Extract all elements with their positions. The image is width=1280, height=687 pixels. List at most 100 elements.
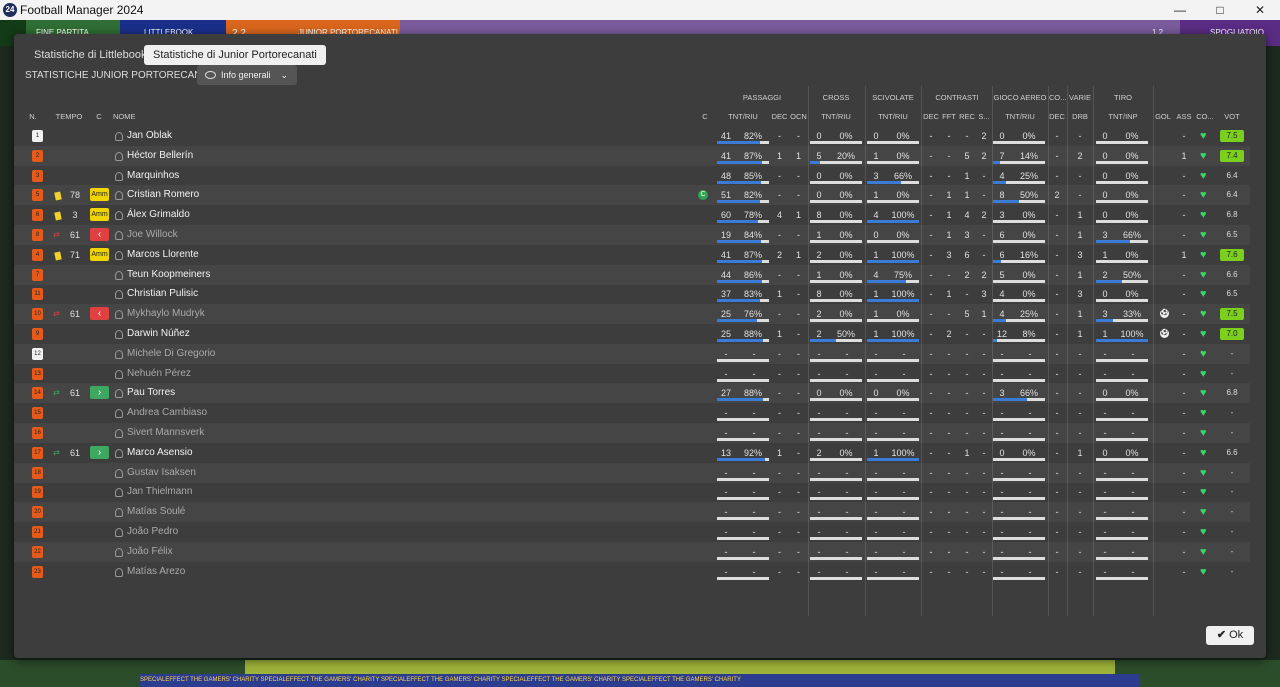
passaggi-bar [717, 418, 769, 422]
gioco-aereo-bar [993, 477, 1045, 481]
col-header-co-dec[interactable]: DEC [1049, 112, 1065, 121]
passaggi-bar [717, 180, 769, 184]
player-name[interactable]: João Félix [127, 542, 427, 562]
player-row[interactable]: 9 Darwin Núñez 25 88% 1-2 50% 1 100% -2- -12 8% -1 1… [14, 324, 1250, 344]
col-header-nome[interactable]: NOME [113, 112, 143, 121]
player-name[interactable]: Jan Oblak [127, 126, 427, 146]
tiro-bar [1096, 438, 1148, 441]
scivolate-bar [867, 438, 919, 441]
player-rating: 6.4 [1226, 190, 1238, 200]
col-header-pass-dec[interactable]: DEC [771, 112, 788, 121]
player-row[interactable]: 1 Jan Oblak 41 82% - -0 0% 0 0% - - -2 0 0% - -0 0% - ♥ 7.5 [14, 126, 1250, 146]
player-name[interactable]: Marquinhos [127, 166, 427, 186]
contr-s: 2 [981, 210, 987, 221]
col-header-contr-rec[interactable]: REC [958, 112, 976, 121]
booked-badge: Amm [90, 247, 109, 261]
pitch-area [245, 660, 1115, 674]
player-row[interactable]: 8 ⇄ 61 ‹ Joe Willock 19 84% - -1 0% 0 0% -1 3-6 0% -1 3 6… [14, 225, 1250, 245]
player-name[interactable]: Matías Arezo [127, 562, 427, 582]
player-row[interactable]: 18 Gustav Isaksen - - - - - - - - - - - - - - - - - - - ♥ - [14, 462, 1250, 483]
scivolate-bar [867, 299, 919, 303]
player-name[interactable]: Sivert Mannsverk [127, 423, 427, 443]
player-name[interactable]: Marcos Llorente [127, 245, 427, 265]
tiro-bar [1096, 358, 1148, 362]
col-header-contr-s[interactable]: S... [976, 112, 992, 121]
passaggi-bar [717, 358, 769, 362]
player-row[interactable]: 19 Jan Thielmann - - - - - - - - - - - - - - - - - - - ♥ - [14, 482, 1250, 502]
close-window-button[interactable]: ✕ [1240, 0, 1280, 20]
player-row[interactable]: 2 Héctor Bellerín 41 87% 1 1 5 20% 1 0% - -5 2 7 14% -2… [14, 145, 1250, 166]
player-row[interactable]: 3 Marquinhos 48 85% - -0 0% 3 66% - -1-4 25% - -0 0% - ♥… [14, 166, 1250, 186]
player-name[interactable]: Michele Di Gregorio [127, 344, 427, 364]
player-name[interactable]: Nehuén Pérez [127, 364, 427, 384]
col-header-pass-tnt[interactable]: TNT/RIU [717, 112, 769, 121]
player-name[interactable]: Andrea Cambiaso [127, 403, 427, 423]
booked-badge: Amm [90, 188, 109, 202]
col-header-cross-tnt[interactable]: TNT/RIU [810, 112, 862, 121]
player-profile-icon [115, 250, 123, 260]
player-profile-icon [115, 468, 123, 478]
col-header-captain[interactable]: C [700, 112, 710, 121]
player-row[interactable]: 16 Sivert Mannsverk - - - - - - - - - - - - - - - - - - - ♥ - [14, 423, 1250, 443]
tiro-bar [1096, 556, 1148, 560]
player-name[interactable]: Jan Thielmann [127, 482, 427, 502]
col-header-drb[interactable]: DRB [1068, 112, 1092, 121]
player-row[interactable]: 15 Andrea Cambiaso - - - - - - - - - - - - - - - - - - - ♥ - [14, 403, 1250, 423]
player-name[interactable]: Cristian Romero [127, 185, 427, 205]
player-row[interactable]: 14 ⇄ 61 › Pau Torres 27 88% - -0 0% 0 0% - - - -3 66% - -0… [14, 383, 1250, 404]
col-header-tiro-tnt[interactable]: TNT/INP [1094, 112, 1152, 121]
col-header-contr-fft[interactable]: FFT [940, 112, 958, 121]
player-name[interactable]: Pau Torres [127, 383, 427, 403]
pass-ocn: - [797, 447, 800, 458]
player-row[interactable]: 23 Matías Arezo - - - - - - - - - - - - - - - - - - - ♥ - [14, 562, 1250, 582]
pass-ocn: 1 [795, 210, 801, 221]
player-row[interactable]: 12 Michele Di Gregorio - - - - - - - - - - - - - - - - - - -… [14, 343, 1250, 364]
player-row[interactable]: 13 Nehuén Pérez - - - - - - - - - - - - - - - - - - - ♥ - [14, 364, 1250, 384]
col-header-number[interactable]: N. [27, 112, 39, 121]
shirt-number-icon: 3 [32, 169, 43, 182]
player-name[interactable]: João Pedro [127, 522, 427, 542]
player-row[interactable]: 17 ⇄ 61 › Marco Asensio 13 92% 1-2 0% 1 100% - -1-0 0… [14, 443, 1250, 463]
passaggi-bar [717, 339, 769, 342]
player-row[interactable]: 5 78 Amm Cristian Romero C 51 82% - -0 0% 1 0% -1 1-8… [14, 185, 1250, 206]
col-header-ass[interactable]: ASS [1176, 112, 1192, 121]
maximize-button[interactable]: □ [1200, 0, 1240, 20]
player-name[interactable]: Joe Willock [127, 225, 427, 245]
assists: - [1182, 190, 1186, 201]
player-name[interactable]: Marco Asensio [127, 443, 427, 463]
player-name[interactable]: Héctor Bellerín [127, 146, 427, 166]
player-row[interactable]: 20 Matías Soulé - - - - - - - - - - - - - - - - - - - ♥ - [14, 502, 1250, 523]
col-header-vot[interactable]: VOT [1220, 112, 1244, 121]
player-row[interactable]: 21 João Pedro - - - - - - - - - - - - - - - - - - - ♥ - [14, 522, 1250, 542]
scivolate-bar [867, 240, 919, 243]
col-header-gol[interactable]: GOL [1155, 112, 1171, 121]
shirt-number-icon: 11 [32, 288, 43, 301]
col-header-pass-ocn[interactable]: OCN [790, 112, 807, 121]
pass-ocn: 1 [795, 150, 801, 161]
ok-button[interactable]: ✔ Ok [1206, 626, 1254, 645]
player-row[interactable]: 6 3 Amm Álex Grimaldo 60 78% 4 1 8 0% 4 100% -1 4 2 3 0%… [14, 205, 1250, 225]
player-name[interactable]: Mykhaylo Mudryk [127, 304, 427, 324]
player-name[interactable]: Gustav Isaksen [127, 463, 427, 483]
player-name[interactable]: Christian Pulisic [127, 284, 427, 304]
col-header-c[interactable]: C [94, 112, 104, 121]
player-name[interactable]: Matías Soulé [127, 502, 427, 522]
player-name[interactable]: Álex Grimaldo [127, 205, 427, 225]
minimize-button[interactable]: — [1160, 0, 1200, 20]
player-name[interactable]: Darwin Núñez [127, 324, 427, 344]
player-row[interactable]: 7 Teun Koopmeiners 44 86% - -1 0% 4 75% - -2 2 5 0% -1… [14, 264, 1250, 285]
player-row[interactable]: 10 ⇄ 61 ‹ Mykhaylo Mudryk 25 76% - -2 0% 1 0% - -5 1 4 2… [14, 304, 1250, 325]
col-header-tempo[interactable]: TEMPO [54, 112, 84, 121]
player-row[interactable]: 4 71 Amm Marcos Llorente 41 87% 2 1 2 0% 1 100% -3 6-… [14, 245, 1250, 265]
shirt-number-icon: 20 [32, 506, 43, 519]
player-row[interactable]: 22 João Félix - - - - - - - - - - - - - - - - - - - ♥ - [14, 541, 1250, 562]
player-row[interactable]: 11 Christian Pulisic 37 83% 1-8 0% 1 100% -1-3 4 0… [14, 284, 1250, 304]
cross-bar [810, 240, 862, 243]
tiro-bar [1096, 477, 1148, 481]
player-name[interactable]: Teun Koopmeiners [127, 265, 427, 285]
col-header-co2[interactable]: CO... [1194, 112, 1216, 121]
contr-fft: 1 [946, 289, 952, 300]
col-header-contr-dec[interactable]: DEC [922, 112, 940, 121]
col-header-aereo-tnt[interactable]: TNT/RIU [993, 112, 1047, 121]
col-header-sciv-tnt[interactable]: TNT/RIU [867, 112, 919, 121]
